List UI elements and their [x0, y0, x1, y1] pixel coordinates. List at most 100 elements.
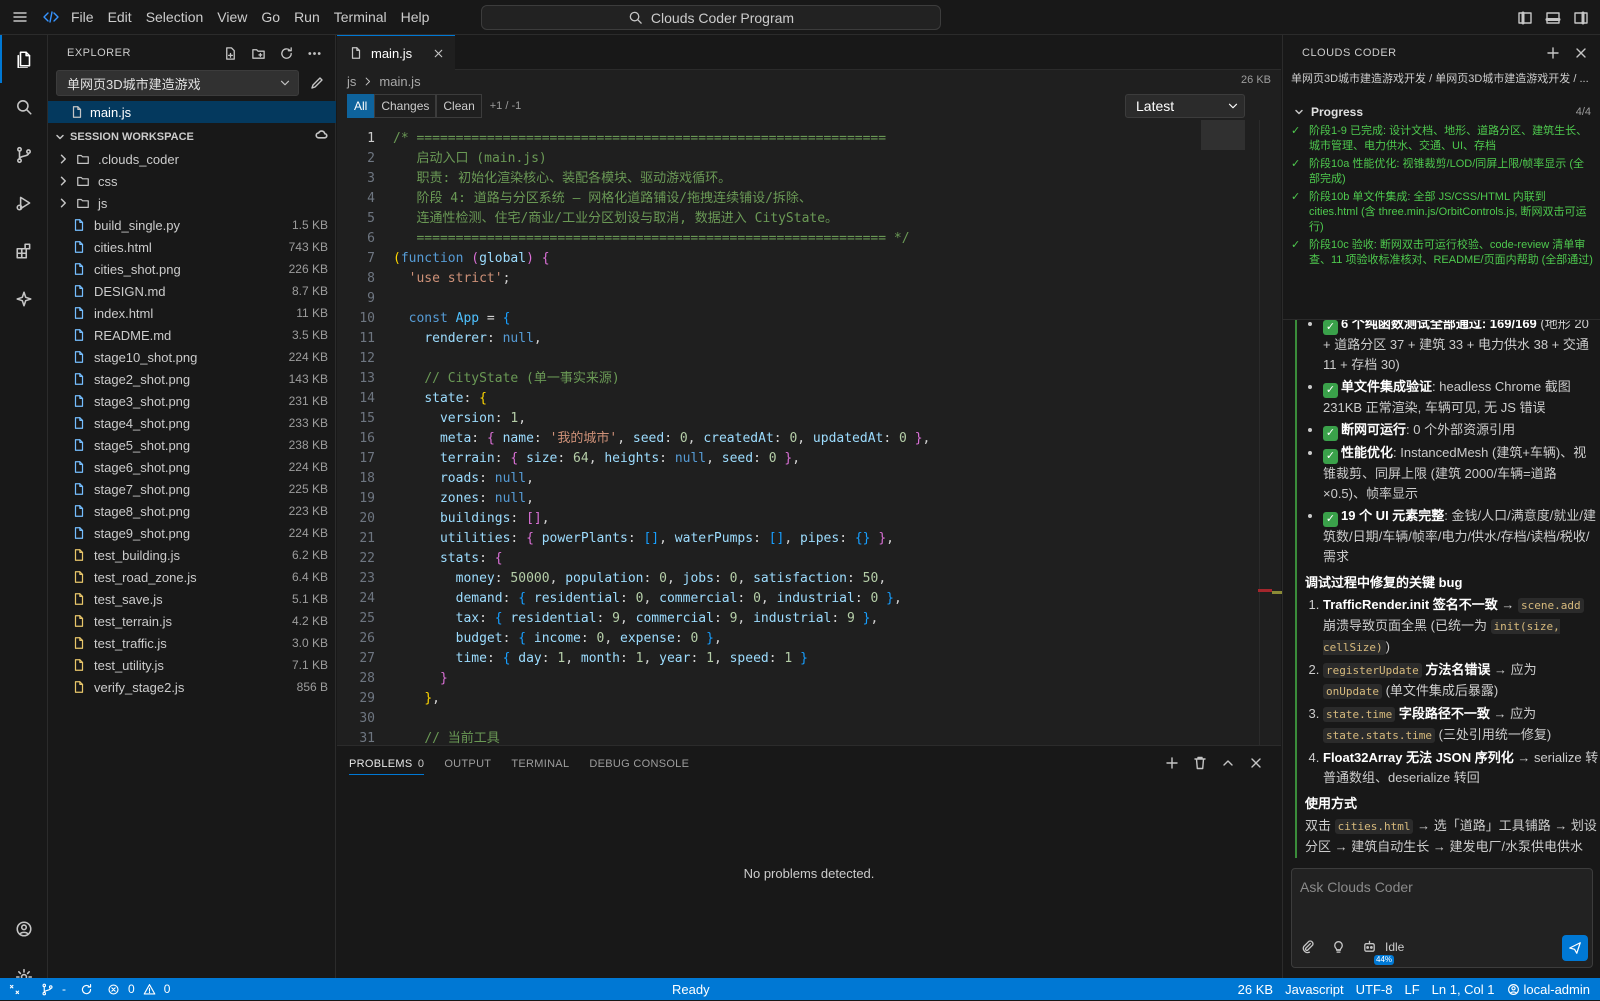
tree-file[interactable]: stage2_shot.png 143 KB: [48, 368, 336, 390]
close-icon[interactable]: [432, 47, 445, 60]
tab-debug-console[interactable]: DEBUG CONSOLE: [589, 758, 689, 770]
editor-scrollbar[interactable]: [1258, 120, 1286, 745]
remote-icon[interactable]: [8, 983, 21, 996]
status-language[interactable]: Javascript: [1285, 982, 1344, 997]
tree-folder[interactable]: .clouds_coder: [48, 148, 336, 170]
tree-item-label: cities.html: [94, 239, 152, 255]
menu-hamburger-icon[interactable]: [0, 0, 40, 35]
status-cursor-position[interactable]: Ln 1, Col 1: [1432, 982, 1495, 997]
tab-label: main.js: [371, 45, 413, 61]
extensions-icon[interactable]: [0, 227, 48, 275]
code-token: updatedAt: [812, 431, 884, 446]
tree-file[interactable]: cities_shot.png 226 KB: [48, 258, 336, 280]
tree-file[interactable]: stage5_shot.png 238 KB: [48, 434, 336, 456]
tab-terminal[interactable]: TERMINAL: [511, 758, 569, 770]
tree-file[interactable]: verify_stage2.js 856 B: [48, 676, 336, 698]
project-select[interactable]: 单网页3D城市建造游戏: [56, 70, 299, 96]
lightbulb-icon[interactable]: [1331, 939, 1346, 954]
progress-header[interactable]: Progress: [1283, 100, 1600, 124]
menu-item-view[interactable]: View: [210, 0, 254, 35]
status-user[interactable]: local-admin: [1507, 982, 1590, 997]
toggle-secondary-sidebar-icon[interactable]: [1570, 7, 1592, 29]
status-encoding[interactable]: UTF-8: [1356, 982, 1393, 997]
more-actions-icon[interactable]: [303, 42, 325, 64]
add-icon[interactable]: [1161, 752, 1183, 774]
tree-file[interactable]: stage10_shot.png 224 KB: [48, 346, 336, 368]
menu-item-edit[interactable]: Edit: [101, 0, 139, 35]
tree-folder[interactable]: css: [48, 170, 336, 192]
tree-file[interactable]: test_building.js 6.2 KB: [48, 544, 336, 566]
robot-icon[interactable]: [1362, 939, 1377, 954]
git-branch-label[interactable]: -: [62, 982, 66, 996]
menu-item-go[interactable]: Go: [254, 0, 287, 35]
close-icon[interactable]: [1570, 42, 1592, 64]
tree-file[interactable]: test_road_zone.js 6.4 KB: [48, 566, 336, 588]
error-icon[interactable]: [107, 983, 120, 996]
search-view-icon[interactable]: [0, 83, 48, 131]
tree-file[interactable]: stage6_shot.png 224 KB: [48, 456, 336, 478]
menu-item-help[interactable]: Help: [394, 0, 437, 35]
tree-file[interactable]: build_single.py 1.5 KB: [48, 214, 336, 236]
tree-file[interactable]: test_terrain.js 4.2 KB: [48, 610, 336, 632]
code-token: ,: [617, 431, 633, 446]
run-debug-icon[interactable]: [0, 179, 48, 227]
cloud-sync-icon[interactable]: [315, 128, 328, 141]
refresh-icon[interactable]: [275, 42, 297, 64]
tree-file[interactable]: test_save.js 5.1 KB: [48, 588, 336, 610]
tree-file[interactable]: test_traffic.js 3.0 KB: [48, 632, 336, 654]
status-eol[interactable]: LF: [1404, 982, 1419, 997]
code-editor[interactable]: 1 /* ====================================…: [337, 129, 1237, 745]
tree-file[interactable]: index.html 11 KB: [48, 302, 336, 324]
workspace-section-header[interactable]: SESSION WORKSPACE: [48, 126, 336, 148]
tree-file[interactable]: cities.html 743 KB: [48, 236, 336, 258]
trash-icon[interactable]: [1189, 752, 1211, 774]
ai-sparkle-icon[interactable]: [0, 275, 48, 323]
tree-file[interactable]: stage8_shot.png 223 KB: [48, 500, 336, 522]
menu-item-file[interactable]: File: [64, 0, 101, 35]
git-branch-icon[interactable]: [41, 983, 54, 996]
menu-item-run[interactable]: Run: [287, 0, 327, 35]
menu-item-terminal[interactable]: Terminal: [327, 0, 394, 35]
tree-file[interactable]: stage9_shot.png 224 KB: [48, 522, 336, 544]
edit-pencil-icon[interactable]: [306, 72, 328, 94]
tree-file[interactable]: test_utility.js 7.1 KB: [48, 654, 336, 676]
version-select[interactable]: Latest: [1125, 94, 1245, 118]
tree-file[interactable]: stage4_shot.png 233 KB: [48, 412, 336, 434]
attach-icon[interactable]: [1300, 939, 1315, 954]
bug-code: scene.add: [1518, 598, 1584, 613]
command-center[interactable]: Clouds Coder Program: [481, 5, 941, 30]
open-file-item[interactable]: main.js: [48, 101, 336, 123]
breadcrumb-file[interactable]: main.js: [379, 74, 420, 89]
minimap[interactable]: [1201, 120, 1245, 745]
toggle-panel-icon[interactable]: [1542, 7, 1564, 29]
new-file-icon[interactable]: [219, 42, 241, 64]
sync-icon[interactable]: [80, 983, 93, 996]
warning-count[interactable]: 0: [164, 982, 171, 996]
tree-file[interactable]: README.md 3.5 KB: [48, 324, 336, 346]
diff-mode-changes[interactable]: Changes: [374, 94, 437, 118]
warning-icon[interactable]: [143, 983, 156, 996]
explorer-icon[interactable]: [0, 35, 48, 83]
diff-mode-clean[interactable]: Clean: [436, 94, 482, 118]
new-folder-icon[interactable]: [247, 42, 269, 64]
tree-file[interactable]: stage3_shot.png 231 KB: [48, 390, 336, 412]
toggle-sidebar-icon[interactable]: [1514, 7, 1536, 29]
send-icon[interactable]: [1562, 935, 1588, 961]
tree-file[interactable]: DESIGN.md 8.7 KB: [48, 280, 336, 302]
close-icon[interactable]: [1245, 752, 1267, 774]
chat-input[interactable]: Ask Clouds Coder 44% Idle: [1291, 868, 1593, 968]
tab-problems[interactable]: PROBLEMS 0: [349, 753, 425, 775]
tree-file[interactable]: stage7_shot.png 225 KB: [48, 478, 336, 500]
tab-output[interactable]: OUTPUT: [444, 758, 491, 770]
tree-folder[interactable]: js: [48, 192, 336, 214]
minimap-viewport[interactable]: [1201, 120, 1245, 150]
chevron-up-icon[interactable]: [1217, 752, 1239, 774]
menu-item-selection[interactable]: Selection: [139, 0, 211, 35]
source-control-icon[interactable]: [0, 131, 48, 179]
editor-tab[interactable]: main.js: [337, 35, 455, 70]
error-count[interactable]: 0: [128, 982, 135, 996]
diff-mode-all[interactable]: All: [347, 94, 375, 118]
breadcrumb-folder[interactable]: js: [347, 74, 356, 89]
add-icon[interactable]: [1542, 42, 1564, 64]
account-icon[interactable]: [0, 905, 48, 953]
